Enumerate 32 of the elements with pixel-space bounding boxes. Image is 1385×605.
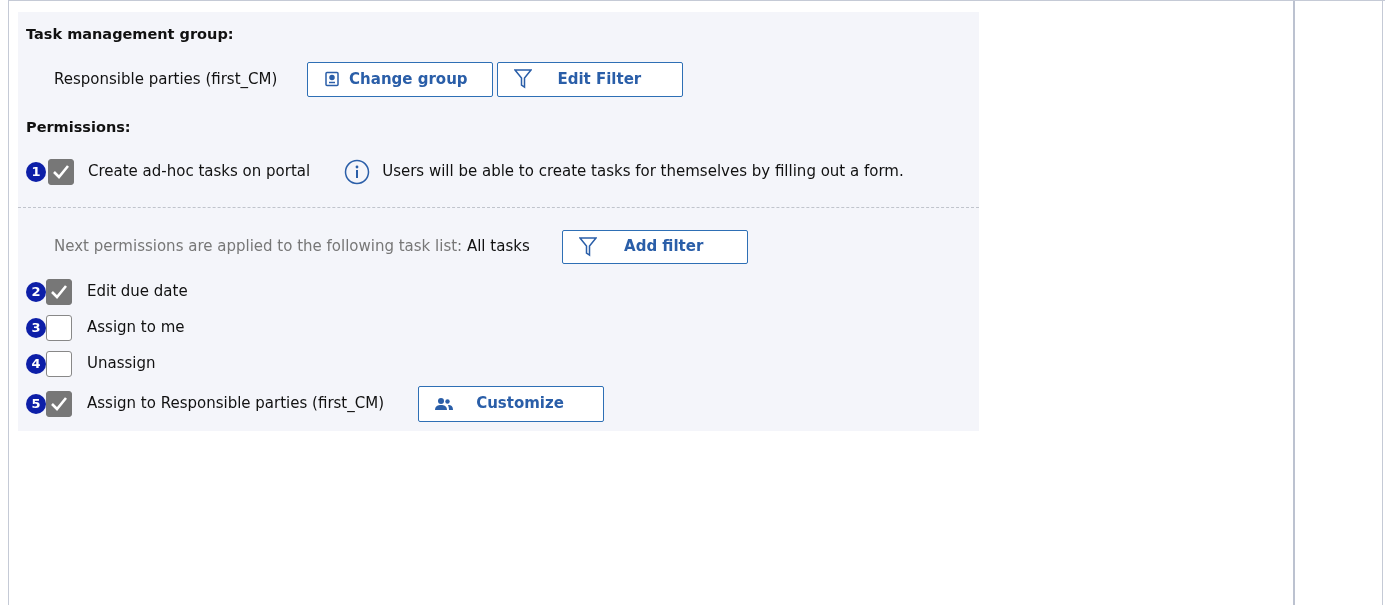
permission-label: Assign to Responsible parties (first_CM) [87, 393, 385, 415]
number-badge: 5 [26, 393, 46, 414]
checkbox[interactable] [46, 350, 72, 377]
checkmark-icon [50, 395, 68, 412]
section-title: Permissions: [26, 117, 132, 137]
permission-label: Unassign [87, 353, 156, 375]
permission-label: Assign to me [87, 317, 185, 339]
checkbox[interactable] [46, 314, 72, 341]
info-icon [344, 158, 371, 185]
permission-label: Edit due date [87, 281, 188, 303]
permission-label: Create ad-hoc tasks on portal [88, 161, 311, 183]
checkbox[interactable] [46, 278, 72, 305]
filter-button[interactable]: Add filter [561, 229, 748, 264]
checkbox[interactable] [46, 390, 72, 417]
filter-icon [514, 69, 533, 90]
change-group-button[interactable]: Change group [307, 61, 494, 97]
checkmark-icon [52, 163, 70, 180]
number-badge: 3 [26, 317, 46, 338]
number-badge: 4 [26, 353, 46, 374]
filter-icon [578, 236, 597, 257]
contact-card-icon [324, 71, 341, 88]
number-badge: 1 [26, 161, 46, 182]
group-name: Responsible parties (first_CM) [54, 69, 278, 90]
checkmark-icon [50, 283, 68, 300]
filter-button[interactable]: Edit Filter [497, 61, 684, 97]
info-text: Users will be able to create tasks for themselves by filling out a form. [382, 161, 904, 183]
users-icon [435, 396, 454, 411]
task-list-text: Next permissions are applied to the following task list: All tasks [54, 236, 530, 258]
number-badge: 2 [26, 281, 46, 302]
checkbox[interactable] [48, 158, 74, 185]
customize-button[interactable]: Customize [418, 385, 605, 422]
section-title: Task management group: [26, 25, 235, 44]
